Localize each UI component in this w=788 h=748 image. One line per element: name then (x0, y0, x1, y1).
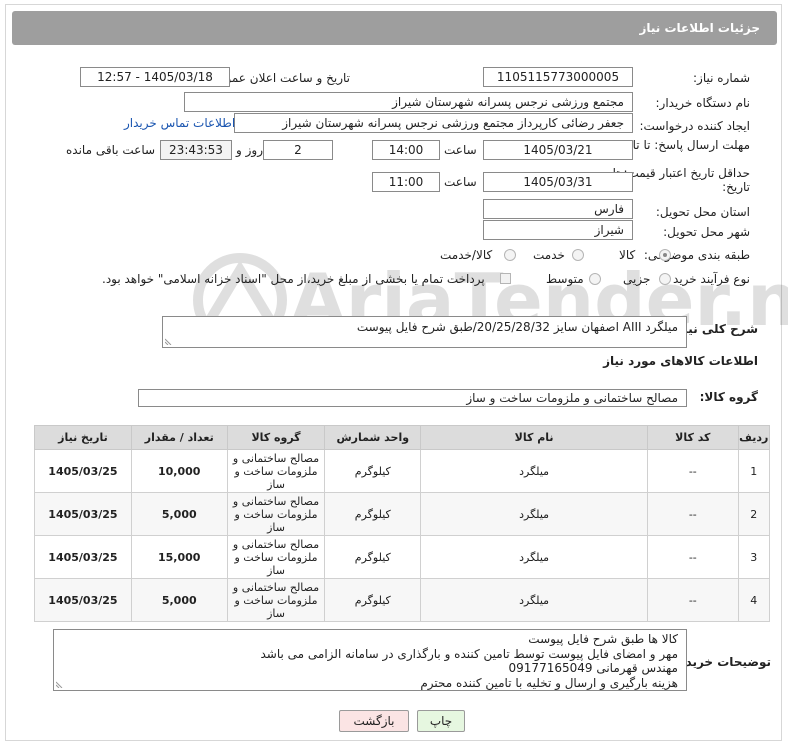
treasury-payment-checkbox[interactable] (500, 273, 511, 284)
cell-goods-name: میلگرد (420, 449, 649, 493)
days-label: روز و (236, 143, 263, 157)
cell-quantity: 15,000 (130, 535, 228, 579)
treasury-payment-note: پرداخت تمام یا بخشی از مبلغ خرید،از محل … (102, 272, 485, 286)
table-row: 1 -- میلگرد کیلوگرم مصالح ساختمانی و ملز… (34, 449, 771, 493)
process-radio-medium[interactable] (589, 273, 601, 285)
buyer-org-field: مجتمع ورزشی نرجس پسرانه شهرستان شیراز (184, 92, 633, 112)
cell-quantity: 10,000 (130, 449, 228, 493)
cell-quantity: 5,000 (130, 492, 228, 536)
col-header-goods-group: گروه کالا (226, 425, 326, 450)
category-radio-service[interactable] (572, 249, 584, 261)
cell-row-number: 1 (737, 449, 771, 493)
deadline-date-field: 1405/03/21 (483, 140, 633, 160)
cell-unit: کیلوگرم (324, 578, 422, 622)
announce-datetime-field: 1405/03/18 - 12:57 (80, 67, 230, 87)
process-option-minor: جزیی (623, 272, 651, 286)
deadline-time-label: ساعت (444, 143, 477, 157)
cell-row-number: 3 (737, 535, 771, 579)
cell-goods-code: -- (647, 449, 739, 493)
table-row: 4 -- میلگرد کیلوگرم مصالح ساختمانی و ملز… (34, 578, 771, 622)
table-header-row: ردیف کد کالا نام کالا واحد شمارش گروه کا… (34, 425, 771, 450)
city-label: شهر محل تحویل: (663, 225, 750, 239)
days-remaining-field: 2 (263, 140, 333, 160)
goods-group-field: مصالح ساختمانی و ملزومات ساخت و ساز (138, 389, 687, 407)
goods-group-label: گروه کالا: (699, 390, 758, 404)
col-header-row-number: ردیف (737, 425, 771, 450)
cell-need-date: 1405/03/25 (34, 578, 132, 622)
cell-goods-name: میلگرد (420, 535, 649, 579)
buyer-note-line: کالا ها طبق شرح فایل پیوست (528, 632, 678, 646)
buyer-contact-link[interactable]: اطلاعات تماس خریدار (124, 116, 235, 130)
cell-need-date: 1405/03/25 (34, 492, 132, 536)
need-number-label: شماره نیاز: (693, 71, 750, 85)
process-option-medium: متوسط (546, 272, 584, 286)
cell-need-date: 1405/03/25 (34, 449, 132, 493)
print-button[interactable]: چاپ (417, 710, 465, 732)
cell-goods-group: مصالح ساختمانی و ملزومات ساخت و ساز (226, 578, 326, 622)
city-field: شیراز (483, 220, 633, 240)
province-label: استان محل تحویل: (655, 205, 750, 219)
cell-goods-group: مصالح ساختمانی و ملزومات ساخت و ساز (226, 449, 326, 493)
table-row: 3 -- میلگرد کیلوگرم مصالح ساختمانی و ملز… (34, 535, 771, 579)
cell-goods-group: مصالح ساختمانی و ملزومات ساخت و ساز (226, 535, 326, 579)
cell-unit: کیلوگرم (324, 535, 422, 579)
price-validity-time-field: 11:00 (372, 172, 440, 192)
cell-goods-code: -- (647, 535, 739, 579)
col-header-unit: واحد شمارش (324, 425, 422, 450)
description-textarea: میلگرد AIII اصفهان سایز 20/25/28/32/طبق … (162, 316, 687, 348)
cell-need-date: 1405/03/25 (34, 535, 132, 579)
cell-unit: کیلوگرم (324, 492, 422, 536)
col-header-quantity: تعداد / مقدار (130, 425, 228, 450)
buyer-note-line: مهندس قهرمانی 09177165049 (508, 661, 678, 675)
items-table: ردیف کد کالا نام کالا واحد شمارش گروه کا… (34, 425, 771, 622)
col-header-goods-code: کد کالا (647, 425, 739, 450)
back-button[interactable]: بازگشت (339, 710, 409, 732)
category-option-service: خدمت (533, 248, 565, 262)
category-radio-goods[interactable] (659, 249, 671, 261)
buyer-org-label: نام دستگاه خریدار: (655, 96, 751, 110)
process-radio-minor[interactable] (659, 273, 671, 285)
resize-handle-icon (165, 338, 172, 345)
cell-row-number: 4 (737, 578, 771, 622)
col-header-goods-name: نام کالا (420, 425, 649, 450)
remaining-time-field: 23:43:53 (160, 140, 232, 160)
need-number-field: 1105115773000005 (483, 67, 633, 87)
price-validity-date-field: 1405/03/31 (483, 172, 633, 192)
table-row: 2 -- میلگرد کیلوگرم مصالح ساختمانی و ملز… (34, 492, 771, 536)
cell-goods-name: میلگرد (420, 492, 649, 536)
cell-goods-code: -- (647, 492, 739, 536)
cell-goods-group: مصالح ساختمانی و ملزومات ساخت و ساز (226, 492, 326, 536)
cell-goods-code: -- (647, 578, 739, 622)
cell-row-number: 2 (737, 492, 771, 536)
price-time-label: ساعت (444, 175, 477, 189)
buyer-note-line: مهر و امضای فایل پیوست توسط تامین کننده … (260, 646, 679, 661)
cell-goods-name: میلگرد (420, 578, 649, 622)
remaining-label: ساعت باقی مانده (66, 143, 156, 157)
description-text: میلگرد AIII اصفهان سایز 20/25/28/32/طبق … (356, 320, 678, 334)
province-field: فارس (483, 199, 633, 219)
category-option-goods: کالا (619, 248, 636, 262)
process-label: نوع فرآیند خرید : (665, 272, 750, 286)
buyer-notes-textarea: کالا ها طبق شرح فایل پیوست مهر و امضای ف… (53, 629, 687, 691)
requester-label: ایجاد کننده درخواست: (639, 119, 750, 133)
col-header-need-date: تاریخ نیاز (34, 425, 132, 450)
cell-unit: کیلوگرم (324, 449, 422, 493)
goods-info-title: اطلاعات کالاهای مورد نیاز (603, 354, 758, 368)
resize-handle-icon (56, 681, 63, 688)
requester-field: جعفر رضائی کارپرداز مجتمع ورزشی نرجس پسر… (234, 113, 633, 133)
deadline-time-field: 14:00 (372, 140, 440, 160)
buyer-note-line: هزینه بارگیری و ارسال و تخلیه با تامین ک… (420, 675, 678, 690)
cell-quantity: 5,000 (130, 578, 228, 622)
page-header: جزئیات اطلاعات نیاز (12, 11, 777, 45)
category-option-goods-service: کالا/خدمت (440, 248, 493, 262)
category-radio-goods-service[interactable] (504, 249, 516, 261)
